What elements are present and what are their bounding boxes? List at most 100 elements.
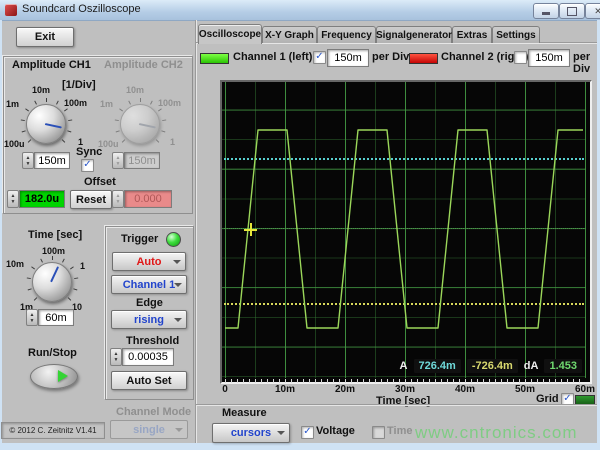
- tab-oscilloscope[interactable]: Oscilloscope: [198, 24, 262, 44]
- soundcard-oscilloscope-window: Soundcard Oszilloscope ✕ Exit Amplitude …: [0, 0, 600, 450]
- scope-display-frame: A 726.4m -726.4m dA 1.453: [220, 80, 592, 384]
- readout-da-value: 1.453: [544, 359, 582, 373]
- tab-extras[interactable]: Extras: [452, 26, 492, 43]
- time-measure-label: Time: [387, 425, 412, 437]
- amplitude-ch1-value[interactable]: 150m: [34, 152, 70, 169]
- trigger-led: [166, 232, 181, 247]
- exit-button[interactable]: Exit: [16, 27, 74, 47]
- readout-cursor1-value: 726.4m: [414, 359, 461, 373]
- readout-cursor2-value: -726.4m: [467, 359, 518, 373]
- time-scale-10m: 10m: [6, 259, 24, 269]
- channel-mode-dropdown: single: [110, 420, 188, 439]
- offset-label: Offset: [84, 176, 116, 188]
- time-scale-100m: 100m: [42, 246, 65, 256]
- measure-mode-dropdown[interactable]: cursors: [212, 423, 290, 443]
- minimize-icon: [542, 12, 550, 15]
- amplitude-ch2-spinner: [112, 152, 124, 169]
- window-border-left: [0, 20, 2, 450]
- sync-checkbox[interactable]: [81, 159, 94, 172]
- measure-title: Measure: [222, 407, 267, 419]
- channel1-scale-value[interactable]: 150m: [327, 49, 369, 67]
- ch1-scale-100m: 100m: [64, 98, 87, 108]
- tab-settings[interactable]: Settings: [492, 26, 540, 43]
- channel2-per-div-label: per Div: [573, 51, 600, 75]
- runstop-label: Run/Stop: [28, 347, 77, 359]
- edge-label: Edge: [136, 297, 163, 309]
- ch1-scale-10m: 10m: [32, 85, 50, 95]
- time-spinner[interactable]: [26, 309, 38, 326]
- offset-ch1-spinner[interactable]: [7, 190, 19, 208]
- maximize-button[interactable]: [559, 3, 585, 19]
- trigger-mode-dropdown[interactable]: Auto: [112, 252, 186, 271]
- tab-signalgenerator[interactable]: Signalgenerator: [376, 26, 452, 43]
- offset-ch2-value: 0.000: [124, 190, 172, 208]
- x-axis-label: Time [sec]: [376, 395, 430, 407]
- amplitude-ch2-knob: [120, 104, 160, 144]
- close-button[interactable]: ✕: [585, 3, 600, 19]
- x-tick-40m: 40m: [455, 384, 475, 395]
- tab-frequency[interactable]: Frequency: [317, 26, 376, 43]
- threshold-spinner[interactable]: [110, 348, 122, 366]
- channel1-color-swatch: [200, 53, 229, 64]
- x-tick-60m: 60m: [575, 384, 595, 395]
- threshold-label: Threshold: [126, 335, 179, 347]
- autoset-button[interactable]: Auto Set: [111, 371, 187, 390]
- offset-ch2-spinner: [112, 190, 124, 208]
- channel-mode-label: Channel Mode: [116, 406, 191, 418]
- channel2-checkbox[interactable]: [514, 51, 527, 64]
- close-icon: ✕: [594, 6, 600, 17]
- readout-a-label: A: [400, 360, 408, 372]
- crosshair-cursor[interactable]: [244, 223, 257, 236]
- x-tick-50m: 50m: [515, 384, 535, 395]
- minimize-button[interactable]: [533, 3, 559, 19]
- amplitude-ch1-knob[interactable]: [26, 104, 66, 144]
- app-icon: [5, 4, 17, 16]
- version-text: © 2012 C. Zeitnitz V1.41: [1, 422, 105, 439]
- waveform-layer: [222, 82, 586, 378]
- measure-separator: [196, 404, 597, 405]
- voltage-checkbox[interactable]: [301, 426, 314, 439]
- channel1-label: Channel 1 (left): [233, 51, 312, 63]
- voltage-label: Voltage: [316, 425, 355, 437]
- channel1-per-div-label: per Div: [372, 51, 409, 63]
- x-tick-10m: 10m: [275, 384, 295, 395]
- x-axis-tickmarks: [225, 379, 585, 383]
- panel-separator: [195, 20, 196, 443]
- trigger-source-dropdown[interactable]: Channel 1: [111, 275, 187, 294]
- window-border-bottom: [0, 443, 600, 450]
- threshold-value[interactable]: 0.00035: [122, 348, 174, 366]
- time-knob[interactable]: [32, 262, 72, 302]
- reset-button[interactable]: Reset: [70, 190, 112, 209]
- time-value[interactable]: 60m: [38, 309, 74, 326]
- trigger-edge-dropdown[interactable]: rising: [111, 310, 187, 329]
- x-tick-0: 0: [222, 384, 228, 395]
- amplitude-ch1-spinner[interactable]: [22, 152, 34, 169]
- ch2-scale-10m: 10m: [126, 85, 144, 95]
- per-div-unit-label: [1/Div]: [62, 79, 96, 91]
- channel1-checkbox[interactable]: [313, 51, 326, 64]
- cursor-readout: A 726.4m -726.4m dA 1.453: [400, 359, 582, 373]
- ch2-scale-100u: 100u: [98, 139, 119, 149]
- amplitude-ch2-label: Amplitude CH2: [104, 59, 183, 71]
- readout-da-label: dA: [524, 360, 539, 372]
- ch1-scale-1m: 1m: [6, 99, 19, 109]
- scope-plot-area[interactable]: A 726.4m -726.4m dA 1.453: [222, 82, 586, 378]
- trigger-title: Trigger: [121, 233, 158, 245]
- channel2-color-swatch: [409, 53, 438, 64]
- channel2-scale-value[interactable]: 150m: [528, 49, 570, 67]
- runstop-button[interactable]: [30, 364, 78, 389]
- x-tick-20m: 20m: [335, 384, 355, 395]
- tab-xy-graph[interactable]: X-Y Graph: [262, 26, 317, 43]
- amplitude-ch1-label: Amplitude CH1: [12, 59, 91, 71]
- time-label: Time [sec]: [28, 229, 82, 241]
- ch2-scale-1: 1: [170, 137, 175, 147]
- maximize-icon: [567, 7, 577, 16]
- amplitude-ch2-value: 150m: [124, 152, 160, 169]
- title-bar[interactable]: Soundcard Oszilloscope ✕: [0, 0, 600, 21]
- ch1-scale-100u: 100u: [4, 139, 25, 149]
- time-scale-1: 1: [80, 261, 85, 271]
- ch2-scale-100m: 100m: [158, 98, 181, 108]
- time-measure-checkbox[interactable]: [372, 426, 385, 439]
- offset-ch1-value[interactable]: 182.0u: [19, 190, 65, 208]
- channel1-trace: [225, 130, 583, 328]
